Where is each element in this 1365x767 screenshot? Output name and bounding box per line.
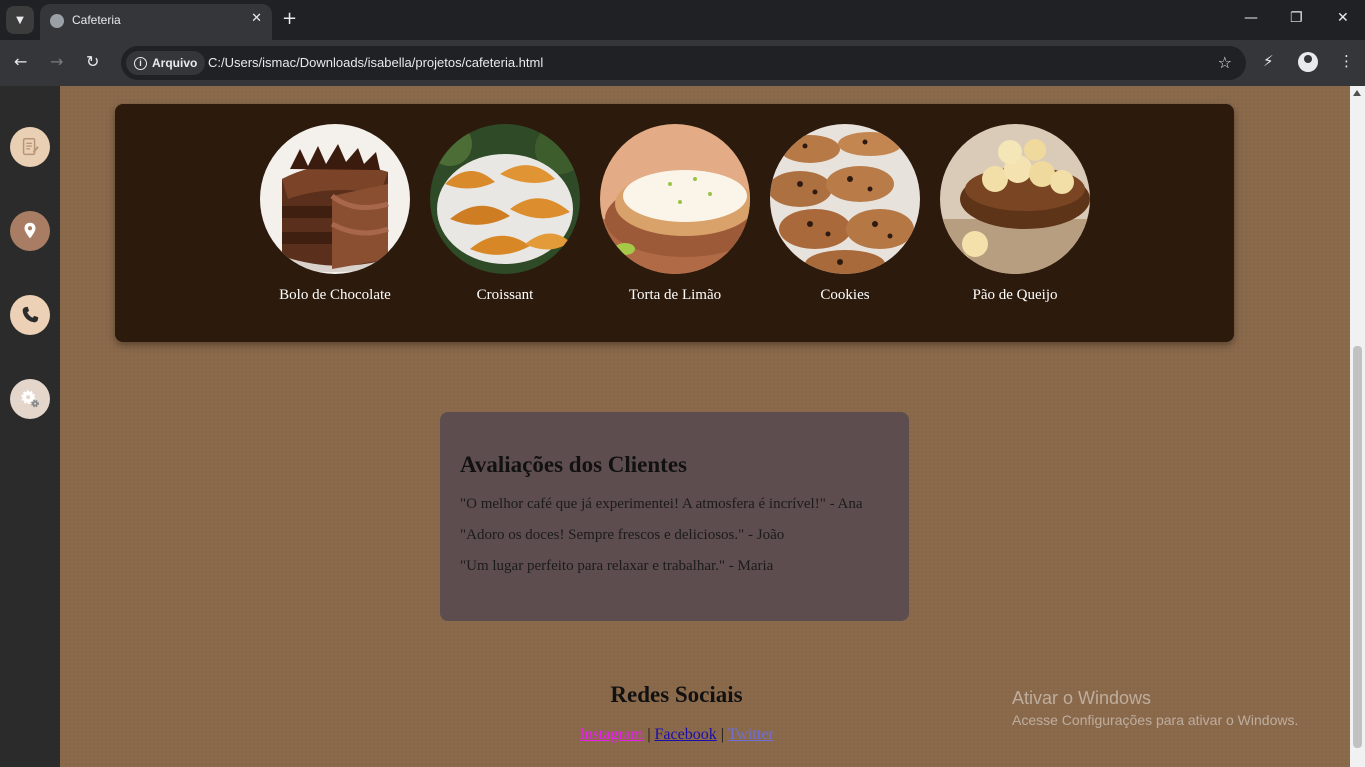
social-section: Redes Sociais Instagram | Facebook | Twi… bbox=[560, 682, 793, 744]
social-links: Instagram | Facebook | Twitter bbox=[560, 726, 793, 744]
globe-icon bbox=[50, 14, 64, 28]
page-viewport: Bolo de Chocolate Croissant Torta de Lim… bbox=[0, 86, 1365, 767]
site-info-chip[interactable]: i Arquivo bbox=[126, 51, 206, 75]
address-bar[interactable]: i Arquivo C:/Users/ismac/Downloads/isabe… bbox=[121, 46, 1246, 80]
menu-item-label: Croissant bbox=[476, 287, 534, 303]
cookies-image bbox=[770, 124, 920, 274]
tab-cafeteria[interactable]: Cafeteria ✕ bbox=[40, 4, 272, 40]
menu-showcase: Bolo de Chocolate Croissant Torta de Lim… bbox=[115, 104, 1234, 342]
extension-icon[interactable]: ⚡ bbox=[1263, 52, 1274, 70]
cheese-bread-image bbox=[940, 124, 1090, 274]
review-quote: "Um lugar perfeito para relaxar e trabal… bbox=[460, 558, 774, 574]
instagram-link[interactable]: Instagram bbox=[579, 726, 643, 743]
menu-item-label: Bolo de Chocolate bbox=[279, 287, 391, 303]
link-separator: | bbox=[720, 726, 724, 743]
tab-search-button[interactable]: ▼ bbox=[6, 6, 34, 34]
menu-item[interactable]: Bolo de Chocolate bbox=[260, 124, 410, 304]
review-quote: "O melhor café que já experimentei! A at… bbox=[460, 496, 863, 512]
reload-icon[interactable]: ↻ bbox=[86, 52, 99, 71]
bookmark-star-icon[interactable]: ☆ bbox=[1218, 53, 1232, 72]
facebook-link[interactable]: Facebook bbox=[655, 726, 717, 743]
forward-arrow-icon[interactable]: → bbox=[50, 52, 63, 71]
phone-icon bbox=[22, 306, 39, 323]
menu-item[interactable]: Pão de Queijo bbox=[940, 124, 1090, 304]
restore-icon[interactable]: ❐ bbox=[1290, 10, 1303, 26]
social-title: Redes Sociais bbox=[610, 682, 743, 707]
sidebar bbox=[0, 86, 60, 767]
site-info-label: Arquivo bbox=[152, 56, 198, 70]
twitter-link[interactable]: Twitter bbox=[728, 726, 774, 743]
windows-activation-watermark: Ativar o Windows Acesse Configurações pa… bbox=[1012, 688, 1298, 728]
menu-item-label: Cookies bbox=[820, 287, 870, 303]
minimize-icon[interactable]: — bbox=[1244, 10, 1258, 26]
close-tab-icon[interactable]: ✕ bbox=[251, 11, 262, 26]
lemon-tart-image bbox=[600, 124, 750, 274]
chevron-down-icon: ▼ bbox=[16, 14, 24, 26]
link-separator: | bbox=[647, 726, 651, 743]
watermark-title: Ativar o Windows bbox=[1012, 688, 1152, 708]
scroll-up-arrow-icon[interactable] bbox=[1353, 90, 1361, 96]
browser-toolbar: ← → ↻ i Arquivo C:/Users/ismac/Downloads… bbox=[0, 40, 1365, 86]
sidebar-item-menu[interactable] bbox=[10, 127, 50, 167]
tab-title: Cafeteria bbox=[72, 13, 121, 27]
vertical-scrollbar[interactable] bbox=[1350, 86, 1365, 767]
info-icon: i bbox=[134, 56, 147, 70]
tab-bar: ▼ Cafeteria ✕ + — ❐ ✕ bbox=[0, 0, 1365, 40]
menu-document-icon bbox=[22, 138, 39, 156]
menu-item[interactable]: Cookies bbox=[770, 124, 920, 304]
reviews-section: Avaliações dos Clientes "O melhor café q… bbox=[440, 412, 909, 621]
sidebar-item-settings[interactable] bbox=[10, 379, 50, 419]
sidebar-item-location[interactable] bbox=[10, 211, 50, 251]
menu-item-label: Torta de Limão bbox=[628, 287, 722, 303]
menu-item[interactable]: Croissant bbox=[430, 124, 580, 304]
reviews-title: Avaliações dos Clientes bbox=[460, 452, 688, 477]
new-tab-button[interactable]: + bbox=[282, 8, 297, 30]
menu-item-label: Pão de Queijo bbox=[972, 287, 1058, 303]
window-close-icon[interactable]: ✕ bbox=[1337, 10, 1349, 26]
menu-item[interactable]: Torta de Limão bbox=[600, 124, 750, 304]
url-text[interactable]: C:/Users/ismac/Downloads/isabella/projet… bbox=[208, 55, 543, 70]
chocolate-cake-image bbox=[260, 124, 410, 274]
review-quote: "Adoro os doces! Sempre frescos e delici… bbox=[460, 527, 785, 543]
scrollbar-thumb[interactable] bbox=[1353, 346, 1362, 748]
watermark-subtitle: Acesse Configurações para ativar o Windo… bbox=[1012, 712, 1299, 728]
croissants-image bbox=[430, 124, 580, 274]
sidebar-item-contact[interactable] bbox=[10, 295, 50, 335]
settings-gear-icon bbox=[21, 390, 39, 408]
location-pin-icon bbox=[24, 222, 36, 239]
more-menu-icon[interactable]: ⋮ bbox=[1339, 52, 1354, 70]
back-arrow-icon[interactable]: ← bbox=[14, 52, 27, 71]
profile-avatar-icon[interactable] bbox=[1298, 52, 1318, 72]
